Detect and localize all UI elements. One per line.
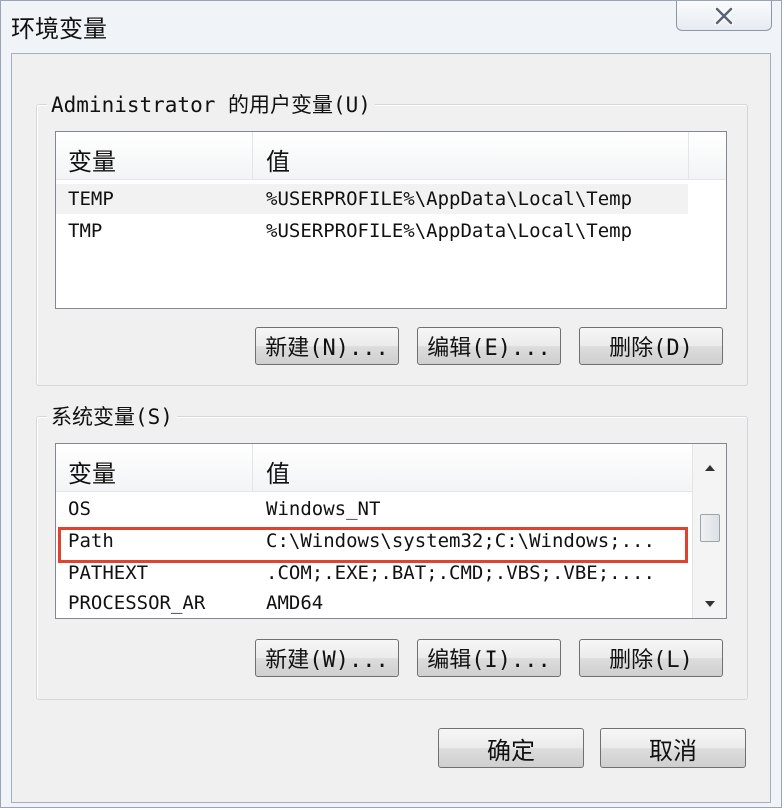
table-row[interactable]: TEMP %USERPROFILE%\AppData\Local\Temp [56,184,688,214]
variable-name: TMP [68,220,103,242]
scroll-down-button[interactable] [693,590,726,618]
scroll-up-button[interactable] [693,454,726,482]
variable-value: AMD64 [266,592,324,614]
variable-name: TEMP [68,188,114,210]
table-row[interactable]: TMP %USERPROFILE%\AppData\Local\Temp [56,216,688,246]
column-divider[interactable] [252,444,253,492]
system-delete-button[interactable]: 删除(L) [579,639,723,677]
user-variables-group: Administrator 的用户变量(U) 变量 值 TEMP %USERPR… [36,89,748,386]
column-header-variable[interactable]: 变量 [68,454,116,489]
variable-value: C:\Windows\system32;C:\Windows;... [266,530,655,552]
column-divider[interactable] [252,132,253,180]
system-list-header: 变量 值 [56,444,692,492]
variable-value: %USERPROFILE%\AppData\Local\Temp [266,220,633,242]
system-variables-label: 系统变量(S) [47,401,177,431]
column-header-value[interactable]: 值 [266,142,290,177]
user-variables-list[interactable]: 变量 值 TEMP %USERPROFILE%\AppData\Local\Te… [55,131,727,309]
variable-name: PROCESSOR_AR [68,592,206,614]
variable-value: .COM;.EXE;.BAT;.CMD;.VBS;.VBE;.... [266,562,655,584]
close-button[interactable] [676,1,772,31]
vertical-scrollbar[interactable] [692,444,726,618]
dialog-title: 环境变量 [11,15,107,43]
variable-name: PATHEXT [68,562,149,584]
system-variables-group: 系统变量(S) 变量 值 OS Windows_NT Path C:\Windo… [36,401,748,700]
variable-name: Path [68,530,114,552]
variable-name: OS [68,498,91,520]
system-new-button[interactable]: 新建(W)... [255,639,399,677]
system-variables-list[interactable]: 变量 值 OS Windows_NT Path C:\Windows\syste… [55,443,727,619]
chevron-up-icon [704,465,715,471]
close-icon [714,6,734,25]
variable-value: Windows_NT [266,498,381,520]
user-delete-button[interactable]: 删除(D) [579,327,723,365]
scroll-thumb[interactable] [700,514,720,542]
user-edit-button[interactable]: 编辑(E)... [417,327,561,365]
dialog-client-area: Administrator 的用户变量(U) 变量 值 TEMP %USERPR… [11,53,771,803]
variable-value: %USERPROFILE%\AppData\Local\Temp [266,188,633,210]
table-row[interactable]: OS Windows_NT [56,494,692,524]
cancel-button[interactable]: 取消 [600,728,746,768]
table-row[interactable]: PATHEXT .COM;.EXE;.BAT;.CMD;.VBS;.VBE;..… [56,558,692,588]
environment-variables-dialog: 环境变量 Administrator 的用户变量(U) 变量 值 TEMP %U… [0,0,782,808]
column-divider[interactable] [688,132,689,180]
user-new-button[interactable]: 新建(N)... [255,327,399,365]
table-row[interactable]: Path C:\Windows\system32;C:\Windows;... [56,526,692,556]
column-header-variable[interactable]: 变量 [68,142,116,177]
user-variables-label: Administrator 的用户变量(U) [47,89,375,119]
user-list-header: 变量 值 [56,132,726,180]
column-header-value[interactable]: 值 [266,454,290,489]
chevron-down-icon [704,601,715,607]
table-row[interactable]: PROCESSOR_AR AMD64 [56,588,692,618]
ok-button[interactable]: 确定 [438,728,584,768]
title-bar: 环境变量 [1,1,781,51]
system-edit-button[interactable]: 编辑(I)... [417,639,561,677]
